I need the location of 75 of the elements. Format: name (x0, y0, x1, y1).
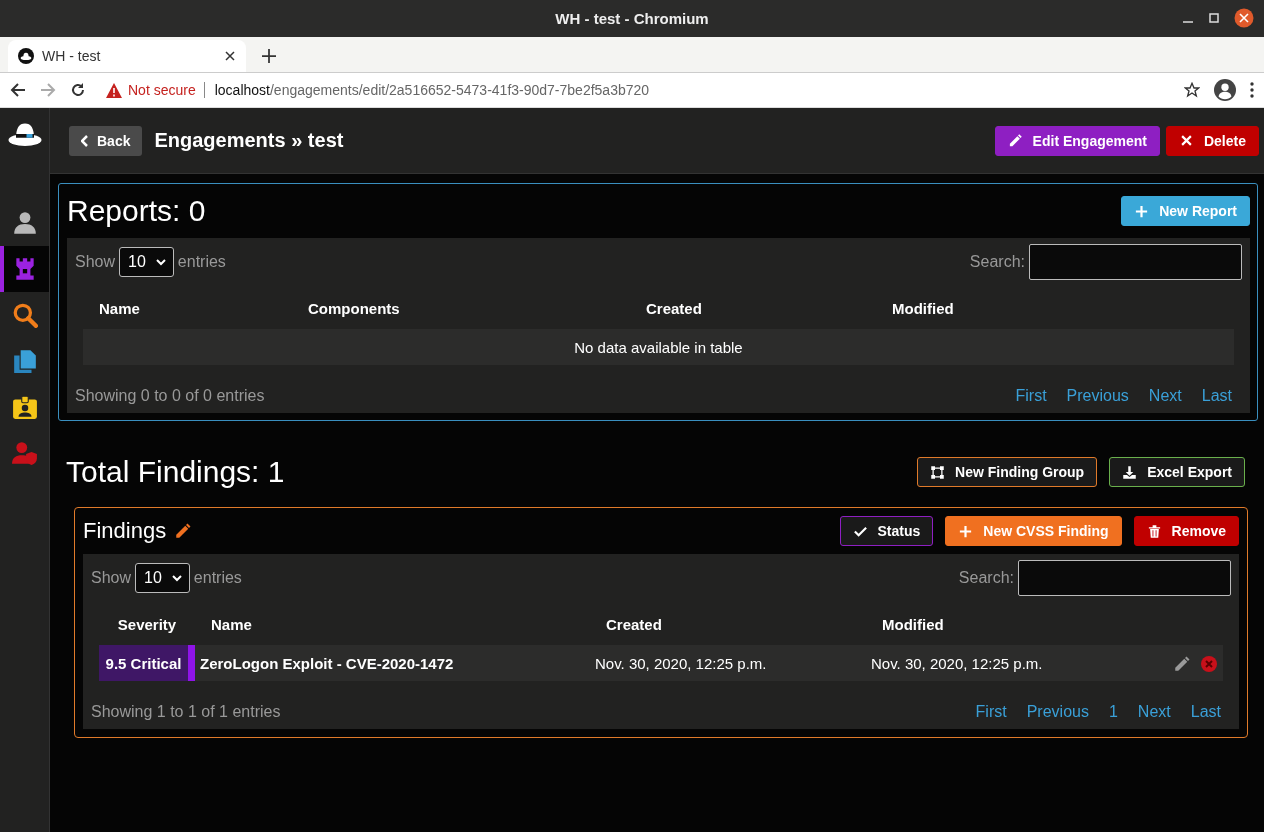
pagination-link[interactable]: Last (1190, 703, 1221, 721)
column-header[interactable]: Modified (882, 616, 944, 633)
reload-icon[interactable] (70, 82, 86, 98)
delete-button[interactable]: Delete (1165, 125, 1259, 156)
browser-tab[interactable]: WH - test (8, 40, 246, 72)
table-info: Showing 0 to 0 of 0 entries (75, 387, 265, 405)
window-title: WH - test - Chromium (555, 10, 709, 27)
user-shield-icon (11, 440, 38, 466)
pagination-link[interactable]: First (1015, 387, 1047, 405)
chevron-down-icon (155, 258, 166, 266)
entries-label: entries (193, 569, 242, 587)
plus-icon (958, 523, 974, 539)
search-label: Search: (969, 253, 1025, 271)
url-text[interactable]: localhost/engagements/edit/2a516652-5473-41f3-90d7-7be2f5a3b720 (210, 82, 650, 98)
total-findings-heading: Total Findings: 1 (66, 455, 285, 489)
remove-button[interactable]: Remove (1133, 516, 1239, 546)
table-info: Showing 1 to 1 of 1 entries (91, 703, 281, 721)
pagination-link[interactable]: Next (1148, 387, 1182, 405)
empty-table-message: No data available in table (574, 338, 743, 356)
id-badge-icon (11, 394, 38, 420)
reports-heading: Reports: 0 (67, 194, 206, 228)
chevron-left-icon (81, 134, 89, 147)
column-header[interactable]: Created (646, 300, 702, 317)
excel-export-button[interactable]: Excel Export (1109, 457, 1245, 487)
new-tab-icon[interactable] (262, 49, 276, 63)
search-icon (11, 302, 38, 328)
back-button[interactable]: Back (69, 125, 143, 156)
pencil-icon[interactable] (1173, 654, 1191, 673)
search-label: Search: (958, 569, 1014, 587)
warning-icon (106, 82, 122, 98)
close-icon[interactable] (1234, 8, 1254, 28)
entries-label: entries (177, 253, 226, 271)
plus-icon (1134, 203, 1150, 219)
hat-logo-icon (18, 48, 34, 64)
pagination-link[interactable]: Last (1201, 387, 1232, 405)
user-icon (11, 210, 38, 236)
new-finding-group-button[interactable]: New Finding Group (917, 457, 1098, 487)
status-button[interactable]: Status (839, 516, 934, 546)
menu-icon[interactable] (1250, 82, 1254, 98)
trash-icon (1146, 523, 1162, 539)
modified-date: Nov. 30, 2020, 12:25 p.m. (871, 654, 1043, 672)
show-label: Show (91, 569, 132, 587)
chevron-down-icon (171, 574, 182, 582)
created-date: Nov. 30, 2020, 12:25 p.m. (595, 654, 767, 672)
maximize-icon[interactable] (1208, 12, 1220, 24)
column-header[interactable]: Name (211, 616, 252, 633)
back-arrow-icon[interactable] (10, 82, 26, 98)
pencil-icon (1007, 133, 1023, 148)
show-label: Show (75, 253, 116, 271)
vector-square-icon (930, 464, 946, 480)
column-header[interactable]: Severity (117, 616, 177, 633)
pencil-icon[interactable] (174, 522, 193, 540)
column-header[interactable]: Name (99, 300, 140, 317)
findings-heading: Findings (83, 518, 167, 544)
search-field[interactable] (1018, 560, 1231, 596)
page-size-select[interactable]: 10 (119, 247, 174, 277)
pagination-link[interactable]: Previous (1026, 703, 1089, 721)
pagination-link[interactable]: Next (1137, 703, 1171, 721)
security-warning[interactable]: Not secure (128, 82, 205, 98)
pagination-link[interactable]: Previous (1066, 387, 1129, 405)
severity-cell: 9.5 Critical (99, 645, 188, 681)
pagination-link[interactable]: First (975, 703, 1007, 721)
download-icon (1122, 464, 1138, 480)
page-title: Engagements » test (154, 129, 345, 152)
column-header[interactable]: Created (606, 616, 662, 633)
pagination-link[interactable]: 1 (1108, 703, 1118, 721)
copy-icon (11, 348, 38, 374)
column-header[interactable]: Components (308, 300, 400, 317)
account-icon[interactable] (1214, 79, 1236, 101)
star-icon[interactable] (1184, 82, 1200, 98)
page-size-select[interactable]: 10 (135, 563, 190, 593)
close-icon[interactable] (224, 50, 236, 62)
column-header[interactable]: Modified (892, 300, 954, 317)
edit-engagement-button[interactable]: Edit Engagement (994, 125, 1160, 156)
search-field[interactable] (1029, 244, 1242, 280)
